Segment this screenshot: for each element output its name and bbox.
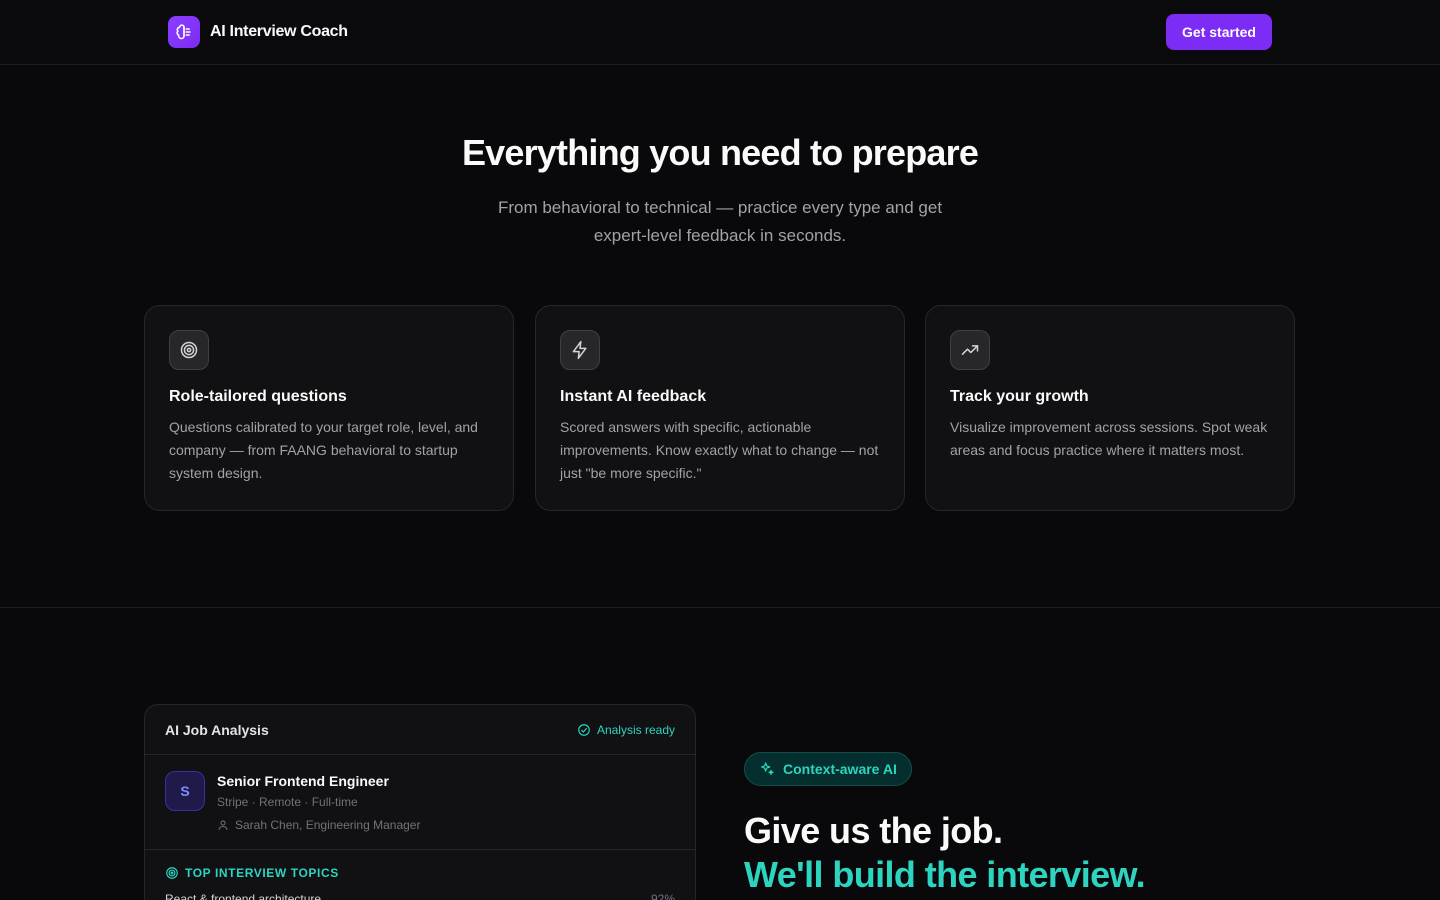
feature-description: Questions calibrated to your target role… [169, 419, 478, 481]
get-started-button[interactable]: Get started [1166, 14, 1272, 50]
section-title: Everything you need to prepare [461, 132, 979, 173]
topics-heading: TOP INTERVIEW TOPICS [165, 866, 675, 880]
user-icon [218, 820, 228, 830]
job-contact: Sarah Chen, Engineering Manager [217, 818, 420, 832]
check-circle-icon [578, 723, 590, 736]
feature-card-instant-feedback: Instant AI feedback Scored answers with … [535, 305, 905, 511]
job-title: Senior Frontend Engineer [217, 773, 389, 789]
section-subtitle: From behavioral to technical — practice … [497, 198, 943, 245]
feature-title: Role-tailored questions [169, 388, 347, 405]
panel-header: AI Job Analysis Analysis ready [145, 705, 695, 755]
badge-label: Context-aware AI [783, 761, 897, 777]
sparkles-icon [761, 762, 774, 775]
job-summary: S Senior Frontend Engineer Stripe · Remo… [145, 755, 695, 850]
contact-name: Sarah Chen, Engineering Manager [235, 818, 421, 832]
brand-name: AI Interview Coach [210, 23, 348, 40]
feature-description: Visualize improvement across sessions. S… [950, 419, 1268, 458]
status-text: Analysis ready [596, 722, 675, 737]
job-meta: Stripe · Remote · Full-time [217, 795, 358, 809]
feature-title: Track your growth [950, 388, 1089, 405]
feature-title: Instant AI feedback [560, 388, 707, 405]
lightning-icon [560, 330, 600, 370]
panel-title: AI Job Analysis [165, 721, 269, 738]
target-icon [169, 330, 209, 370]
top-navbar: AI Interview Coach Get started [0, 0, 1440, 65]
topic-label: React & frontend architecture [165, 892, 322, 900]
feature-heading-line-1: Give us the job. [744, 810, 1003, 851]
topic-percent: 92% [650, 892, 675, 900]
status-badge: Analysis ready [577, 723, 675, 737]
feature-card-role-tailored: Role-tailored questions Questions calibr… [144, 305, 514, 511]
target-icon [166, 867, 178, 879]
brain-logo-icon [168, 16, 200, 48]
topic-row: React & frontend architecture 92% [165, 892, 675, 900]
company-avatar: S [165, 771, 205, 811]
section-divider [0, 607, 1440, 608]
topics-section: TOP INTERVIEW TOPICS React & frontend ar… [145, 850, 695, 900]
context-aware-badge: Context-aware AI [744, 752, 912, 786]
brand[interactable]: AI Interview Coach [168, 16, 348, 48]
feature-card-track-growth: Track your growth Visualize improvement … [925, 305, 1295, 511]
job-analysis-panel: AI Job Analysis Analysis ready S Senior … [144, 704, 696, 900]
feature-description: Scored answers with specific, actionable… [560, 419, 879, 481]
feature-heading-line-2: We'll build the interview. [744, 854, 1146, 895]
trending-up-icon [950, 330, 990, 370]
